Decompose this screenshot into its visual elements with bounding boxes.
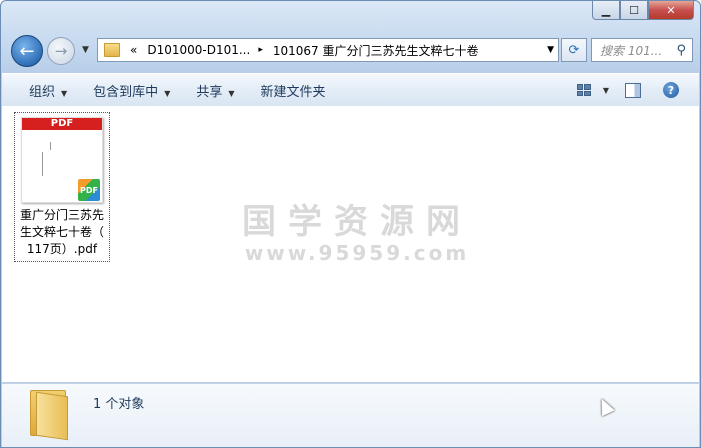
file-name-line: 117页）.pdf xyxy=(26,242,98,256)
share-menu[interactable]: 共享 ▼ xyxy=(196,81,234,100)
share-label: 共享 xyxy=(196,84,223,100)
file-item[interactable]: PDF PDF 重广分门三苏先 生文粹七十卷（ 117页）.pdf xyxy=(14,112,110,262)
view-options-dropdown[interactable]: ▼ xyxy=(603,86,609,95)
file-name: 重广分门三苏先 生文粹七十卷（ 117页）.pdf xyxy=(15,207,109,258)
address-dropdown-icon[interactable]: ▼ xyxy=(547,45,554,55)
details-pane: 1 个对象 xyxy=(2,383,699,447)
caption-buttons: ▁ ☐ ✕ xyxy=(592,1,694,20)
file-name-line: 重广分门三苏先 xyxy=(19,208,104,222)
include-in-library-menu[interactable]: 包含到库中 ▼ xyxy=(93,81,170,100)
explorer-window: ▁ ☐ ✕ ← → ▼ « D101000-D101... ▸ 101067 重… xyxy=(0,0,701,448)
chevron-down-icon: ▼ xyxy=(164,88,171,98)
folder-icon xyxy=(30,390,68,441)
toolbar-right: ▼ ? xyxy=(576,74,699,106)
item-count: 1 个对象 xyxy=(93,397,145,412)
thumbnail-text-lines xyxy=(36,138,66,178)
back-arrow-icon: ← xyxy=(19,40,35,62)
watermark-title: 国学资源网 xyxy=(242,202,472,242)
search-box[interactable]: 搜索 101... ⚲ xyxy=(591,38,693,62)
change-view-icon[interactable] xyxy=(576,84,591,96)
search-input[interactable]: 搜索 101... xyxy=(600,42,676,59)
thumbnail-banner: PDF xyxy=(22,118,102,130)
preview-pane-icon[interactable] xyxy=(625,82,641,98)
organize-label: 组织 xyxy=(29,84,56,100)
refresh-button[interactable]: ⟳ xyxy=(561,38,587,62)
address-bar[interactable]: « D101000-D101... ▸ 101067 重广分门三苏先生文粹七十卷… xyxy=(97,38,559,62)
search-icon[interactable]: ⚲ xyxy=(676,43,686,58)
pdf-file-icon: PDF xyxy=(77,178,101,202)
refresh-icon: ⟳ xyxy=(568,42,580,58)
organize-menu[interactable]: 组织 ▼ xyxy=(29,81,67,100)
maximize-button[interactable]: ☐ xyxy=(620,1,648,20)
navigation-bar: ← → ▼ « D101000-D101... ▸ 101067 重广分门三苏先… xyxy=(1,33,700,67)
breadcrumb-separator-icon[interactable]: ▸ xyxy=(258,45,263,55)
help-icon[interactable]: ? xyxy=(663,82,679,98)
forward-button[interactable]: → xyxy=(47,37,75,65)
close-button[interactable]: ✕ xyxy=(648,1,694,20)
file-name-line: 生文粹七十卷（ xyxy=(19,225,104,239)
new-folder-button[interactable]: 新建文件夹 xyxy=(261,81,326,100)
breadcrumb-item-parent[interactable]: D101000-D101... xyxy=(147,43,250,57)
minimize-button[interactable]: ▁ xyxy=(592,1,620,20)
back-button[interactable]: ← xyxy=(11,35,43,67)
command-bar: 组织 ▼ 包含到库中 ▼ 共享 ▼ 新建文件夹 ▼ ? xyxy=(2,73,699,107)
file-list: PDF PDF 重广分门三苏先 生文粹七十卷（ 117页）.pdf 国学资源网 … xyxy=(2,106,699,382)
recent-pages-dropdown[interactable]: ▼ xyxy=(82,45,89,55)
include-in-library-label: 包含到库中 xyxy=(93,84,159,100)
folder-icon xyxy=(104,43,120,57)
watermark-url: www.95959.com xyxy=(244,241,470,265)
breadcrumb-item-current[interactable]: 101067 重广分门三苏先生文粹七十卷 xyxy=(273,42,479,59)
chevron-down-icon: ▼ xyxy=(61,88,68,98)
breadcrumb-overflow[interactable]: « xyxy=(130,43,137,57)
forward-arrow-icon: → xyxy=(54,42,68,60)
watermark: 国学资源网 www.95959.com xyxy=(242,194,472,265)
chevron-down-icon: ▼ xyxy=(228,88,235,98)
